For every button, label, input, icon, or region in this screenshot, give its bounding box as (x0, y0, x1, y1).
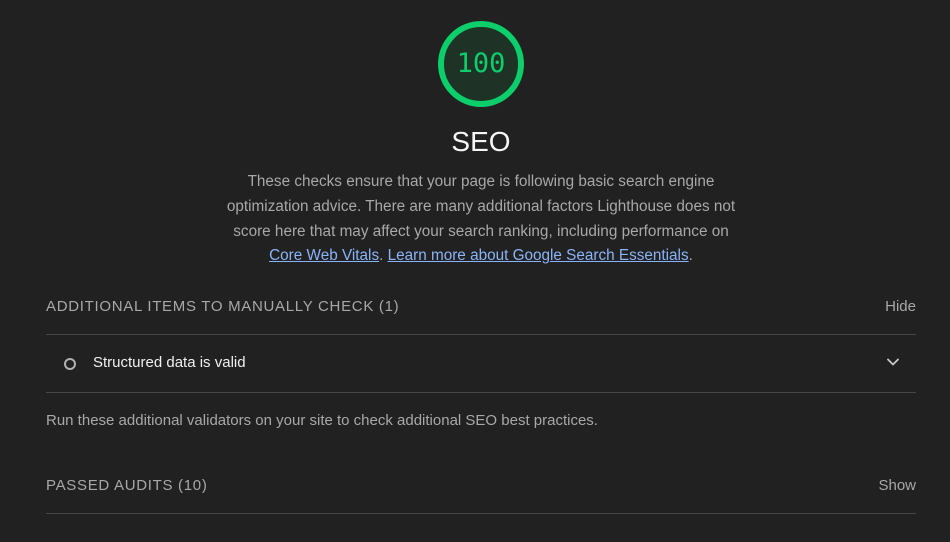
audit-title: Structured data is valid (93, 354, 246, 371)
manual-check-group-title: ADDITIONAL ITEMS TO MANUALLY CHECK (1) (46, 298, 400, 315)
category-description: These checks ensure that your page is fo… (215, 170, 747, 269)
chevron-down-icon[interactable] (886, 355, 900, 369)
description-text: These checks ensure that your page is fo… (226, 173, 736, 240)
show-button[interactable]: Show (878, 474, 916, 498)
manual-check-group-header: ADDITIONAL ITEMS TO MANUALLY CHECK (1) H… (46, 295, 916, 319)
audit-row-structured-data[interactable]: Structured data is valid (46, 335, 916, 392)
passed-audits-group-header: PASSED AUDITS (10) Show (46, 474, 916, 498)
score-gauge[interactable]: 100 (436, 19, 526, 109)
score-value: 100 (456, 48, 506, 79)
description-separator: . (379, 247, 388, 265)
core-web-vitals-link[interactable]: Core Web Vitals (269, 247, 379, 264)
seo-category-section: 100 SEO These checks ensure that your pa… (0, 0, 950, 542)
learn-more-link[interactable]: Learn more about Google Search Essential… (388, 247, 689, 264)
hide-button[interactable]: Hide (885, 295, 916, 319)
category-title: SEO (451, 126, 511, 157)
audit-status-circle-icon (64, 358, 76, 370)
divider (46, 392, 916, 393)
description-end: . (688, 247, 693, 265)
manual-check-group-description: Run these additional validators on your … (46, 412, 598, 429)
passed-audits-group-title: PASSED AUDITS (10) (46, 477, 208, 494)
divider (46, 513, 916, 514)
